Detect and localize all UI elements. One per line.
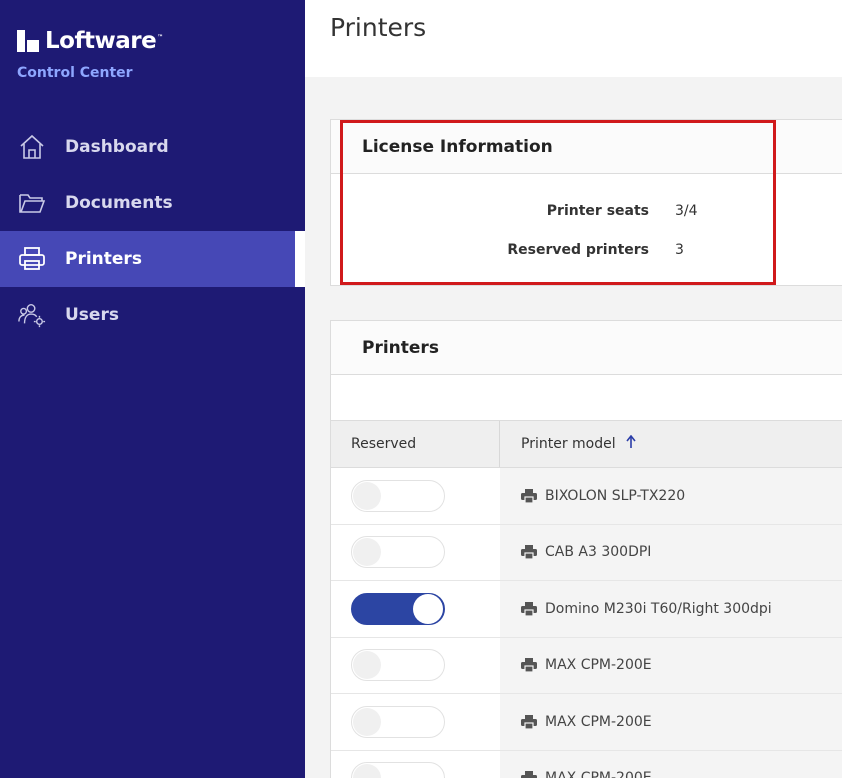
printers-table-body: BIXOLON SLP-TX220 CAB A3 300DPI Domino M23… xyxy=(331,468,842,778)
folder-icon xyxy=(18,189,46,217)
printer-icon xyxy=(18,245,46,273)
table-row: BIXOLON SLP-TX220 xyxy=(331,468,842,525)
home-icon xyxy=(18,133,46,161)
brand-subtitle: Control Center xyxy=(17,65,133,81)
reserved-cell xyxy=(331,694,500,750)
printer-model-cell[interactable]: MAX CPM-200E xyxy=(500,750,842,778)
sidebar-item-label: Dashboard xyxy=(65,137,169,157)
top-bar: Printers xyxy=(305,0,842,77)
sidebar-item-label: Printers xyxy=(65,249,142,269)
brand-name: Loftware™ xyxy=(45,28,163,54)
table-row: MAX CPM-200E xyxy=(331,694,842,751)
reserved-toggle[interactable] xyxy=(351,536,445,569)
printer-model-name: MAX CPM-200E xyxy=(545,770,652,778)
toggle-knob xyxy=(353,651,381,680)
printer-icon xyxy=(521,658,537,673)
printer-model-cell[interactable]: Domino M230i T60/Right 300dpi xyxy=(500,581,842,637)
reserved-cell xyxy=(331,468,500,524)
printer-model-name: MAX CPM-200E xyxy=(545,713,652,730)
sidebar-nav: Dashboard Documents Printers Users xyxy=(0,119,305,343)
toggle-knob xyxy=(413,593,443,624)
reserved-cell xyxy=(331,637,500,693)
table-row: MAX CPM-200E xyxy=(331,750,842,778)
page-title: Printers xyxy=(330,13,427,42)
toggle-knob xyxy=(353,707,381,736)
reserved-cell xyxy=(331,581,500,637)
sidebar-item-dashboard[interactable]: Dashboard xyxy=(0,119,305,175)
printers-card: Printers Reserved Printer model BIXOLON … xyxy=(330,320,842,778)
sidebar-item-users[interactable]: Users xyxy=(0,287,305,343)
printer-model-cell[interactable]: MAX CPM-200E xyxy=(500,637,842,693)
highlight-box xyxy=(340,120,776,285)
users-gear-icon xyxy=(18,301,46,329)
reserved-toggle[interactable] xyxy=(351,705,445,738)
printer-icon xyxy=(521,488,537,503)
reserved-cell xyxy=(331,750,500,778)
printer-model-name: MAX CPM-200E xyxy=(545,657,652,674)
printer-icon xyxy=(521,714,537,729)
loftware-logo-icon xyxy=(17,30,39,52)
printer-model-name: Domino M230i T60/Right 300dpi xyxy=(545,600,772,617)
table-header: Reserved Printer model xyxy=(331,421,842,468)
reserved-toggle[interactable] xyxy=(351,479,445,512)
column-header-printer-model[interactable]: Printer model xyxy=(500,421,842,467)
table-row: MAX CPM-200E xyxy=(331,637,842,694)
column-header-reserved[interactable]: Reserved xyxy=(331,421,500,467)
toggle-knob xyxy=(353,481,381,510)
sidebar-item-documents[interactable]: Documents xyxy=(0,175,305,231)
sidebar: Loftware™ Control Center Dashboard Docum… xyxy=(0,0,305,778)
sidebar-item-printers[interactable]: Printers xyxy=(0,231,305,287)
printer-model-cell[interactable]: MAX CPM-200E xyxy=(500,694,842,750)
reserved-cell xyxy=(331,524,500,580)
printer-icon xyxy=(521,771,537,778)
toggle-knob xyxy=(353,538,381,567)
table-row: Domino M230i T60/Right 300dpi xyxy=(331,581,842,638)
printer-icon xyxy=(521,545,537,560)
printer-icon xyxy=(521,601,537,616)
sidebar-item-label: Documents xyxy=(65,193,173,213)
printers-card-title: Printers xyxy=(331,321,842,375)
printers-toolbar xyxy=(331,375,842,421)
reserved-toggle[interactable] xyxy=(351,592,445,625)
reserved-toggle[interactable] xyxy=(351,762,445,778)
printer-model-name: CAB A3 300DPI xyxy=(545,544,652,561)
printer-model-cell[interactable]: CAB A3 300DPI xyxy=(500,524,842,580)
sidebar-item-label: Users xyxy=(65,305,119,325)
reserved-toggle[interactable] xyxy=(351,649,445,682)
printer-model-cell[interactable]: BIXOLON SLP-TX220 xyxy=(500,468,842,524)
arrow-up-icon[interactable] xyxy=(626,434,636,453)
brand-logo[interactable]: Loftware™ xyxy=(17,28,163,54)
toggle-knob xyxy=(353,764,381,778)
table-row: CAB A3 300DPI xyxy=(331,524,842,581)
printer-model-name: BIXOLON SLP-TX220 xyxy=(545,487,686,504)
